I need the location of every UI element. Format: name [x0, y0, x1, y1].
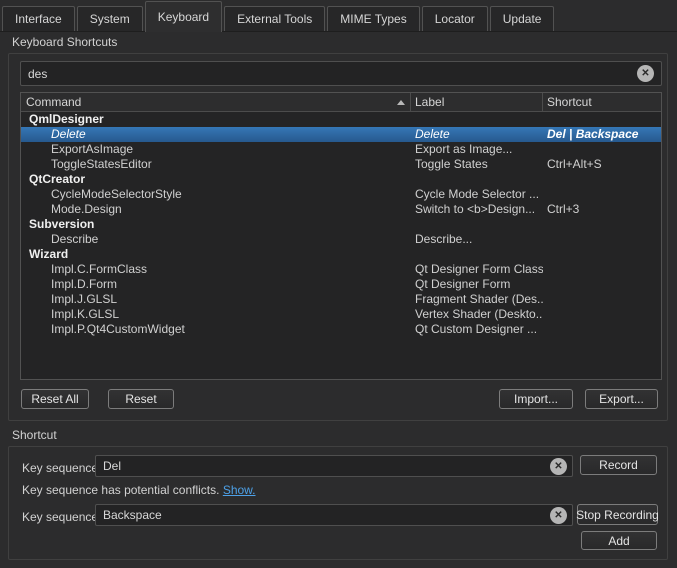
- cell-c3: [543, 112, 661, 127]
- cell-c1: Describe: [21, 232, 411, 247]
- cell-c3: [543, 232, 661, 247]
- cell-c3: [543, 307, 661, 322]
- clear-filter-icon[interactable]: ✕: [637, 65, 654, 82]
- cell-c3: [543, 172, 661, 187]
- shortcut-group-title: Shortcut: [12, 428, 57, 442]
- cell-c1: QmlDesigner: [21, 112, 411, 127]
- key-sequence-input-1[interactable]: [95, 455, 573, 477]
- cell-c2: [411, 112, 543, 127]
- table-row[interactable]: Impl.D.FormQt Designer Form: [21, 277, 661, 292]
- cell-c1: Impl.P.Qt4CustomWidget: [21, 322, 411, 337]
- keyboard-shortcuts-group-title: Keyboard Shortcuts: [12, 35, 117, 49]
- shortcut-table-header: Command Label Shortcut: [21, 93, 661, 112]
- cell-c3: [543, 322, 661, 337]
- cell-c2: Qt Designer Form Class: [411, 262, 543, 277]
- cell-c2: Qt Custom Designer ...: [411, 322, 543, 337]
- cell-c3: [543, 247, 661, 262]
- reset-button[interactable]: Reset: [108, 389, 174, 409]
- cell-c3: [543, 292, 661, 307]
- cell-c2: Switch to <b>Design...: [411, 202, 543, 217]
- table-row[interactable]: Impl.P.Qt4CustomWidgetQt Custom Designer…: [21, 322, 661, 337]
- cell-c2: Toggle States: [411, 157, 543, 172]
- cell-c2: [411, 172, 543, 187]
- cell-c3: [543, 277, 661, 292]
- clear-key-sequence-1-icon[interactable]: ✕: [550, 458, 567, 475]
- tab-locator[interactable]: Locator: [422, 6, 488, 31]
- show-conflicts-link[interactable]: Show.: [223, 483, 256, 497]
- key-sequence-label-1: Key sequence:: [22, 461, 101, 475]
- cell-c2: [411, 247, 543, 262]
- cell-c3: [543, 187, 661, 202]
- record-button[interactable]: Record: [580, 455, 657, 475]
- key-sequence-input-2[interactable]: [95, 504, 573, 526]
- table-row[interactable]: Impl.K.GLSLVertex Shader (Deskto...: [21, 307, 661, 322]
- cell-c3: [543, 217, 661, 232]
- tab-bar: InterfaceSystemKeyboardExternal ToolsMIM…: [0, 0, 677, 32]
- cell-c2: Describe...: [411, 232, 543, 247]
- cell-c1: ExportAsImage: [21, 142, 411, 157]
- export-button[interactable]: Export...: [585, 389, 658, 409]
- cell-c1: Impl.C.FormClass: [21, 262, 411, 277]
- cell-c1: Impl.J.GLSL: [21, 292, 411, 307]
- cell-c3: Ctrl+Alt+S: [543, 157, 661, 172]
- table-group-row[interactable]: Subversion: [21, 217, 661, 232]
- cell-c1: Mode.Design: [21, 202, 411, 217]
- table-row[interactable]: CycleModeSelectorStyleCycle Mode Selecto…: [21, 187, 661, 202]
- table-group-row[interactable]: Wizard: [21, 247, 661, 262]
- shortcut-table-body: QmlDesignerDeleteDeleteDel | BackspaceEx…: [21, 112, 661, 337]
- key-sequence-label-2: Key sequence:: [22, 510, 101, 524]
- cell-c3: Del | Backspace: [543, 127, 661, 142]
- cell-c1: CycleModeSelectorStyle: [21, 187, 411, 202]
- filter-input[interactable]: [20, 61, 662, 86]
- cell-c2: Export as Image...: [411, 142, 543, 157]
- tab-external-tools[interactable]: External Tools: [224, 6, 325, 31]
- add-button[interactable]: Add: [581, 531, 657, 550]
- cell-c2: Qt Designer Form: [411, 277, 543, 292]
- reset-all-button[interactable]: Reset All: [21, 389, 89, 409]
- cell-c1: Subversion: [21, 217, 411, 232]
- shortcut-table: Command Label Shortcut QmlDesignerDelete…: [20, 92, 662, 380]
- cell-c2: Vertex Shader (Deskto...: [411, 307, 543, 322]
- cell-c3: [543, 142, 661, 157]
- conflict-warning-text: Key sequence has potential conflicts.: [22, 483, 219, 497]
- cell-c3: [543, 262, 661, 277]
- tab-mime-types[interactable]: MIME Types: [327, 6, 419, 31]
- table-row[interactable]: Mode.DesignSwitch to <b>Design...Ctrl+3: [21, 202, 661, 217]
- stop-recording-button[interactable]: Stop Recording: [577, 504, 658, 525]
- cell-c3: Ctrl+3: [543, 202, 661, 217]
- column-header-command-label: Command: [26, 95, 81, 109]
- clear-key-sequence-2-icon[interactable]: ✕: [550, 507, 567, 524]
- conflict-warning: Key sequence has potential conflicts. Sh…: [22, 483, 256, 497]
- cell-c2: Delete: [411, 127, 543, 142]
- cell-c1: QtCreator: [21, 172, 411, 187]
- table-group-row[interactable]: QtCreator: [21, 172, 661, 187]
- cell-c1: Delete: [21, 127, 411, 142]
- cell-c2: [411, 217, 543, 232]
- tab-update[interactable]: Update: [490, 6, 555, 31]
- cell-c1: ToggleStatesEditor: [21, 157, 411, 172]
- table-row[interactable]: DescribeDescribe...: [21, 232, 661, 247]
- table-row[interactable]: ExportAsImageExport as Image...: [21, 142, 661, 157]
- import-button[interactable]: Import...: [499, 389, 573, 409]
- cell-c1: Impl.K.GLSL: [21, 307, 411, 322]
- table-row[interactable]: Impl.J.GLSLFragment Shader (Des...: [21, 292, 661, 307]
- tab-interface[interactable]: Interface: [2, 6, 75, 31]
- cell-c2: Cycle Mode Selector ...: [411, 187, 543, 202]
- sort-ascending-icon: [397, 100, 405, 105]
- options-dialog: InterfaceSystemKeyboardExternal ToolsMIM…: [0, 0, 677, 568]
- table-row[interactable]: Impl.C.FormClassQt Designer Form Class: [21, 262, 661, 277]
- table-row[interactable]: ToggleStatesEditorToggle StatesCtrl+Alt+…: [21, 157, 661, 172]
- cell-c1: Impl.D.Form: [21, 277, 411, 292]
- column-header-label[interactable]: Label: [411, 93, 543, 111]
- table-group-row[interactable]: QmlDesigner: [21, 112, 661, 127]
- column-header-command[interactable]: Command: [21, 93, 411, 111]
- cell-c2: Fragment Shader (Des...: [411, 292, 543, 307]
- tab-system[interactable]: System: [77, 6, 143, 31]
- tab-keyboard[interactable]: Keyboard: [145, 1, 222, 32]
- table-row[interactable]: DeleteDeleteDel | Backspace: [21, 127, 661, 142]
- column-header-shortcut[interactable]: Shortcut: [543, 93, 661, 111]
- cell-c1: Wizard: [21, 247, 411, 262]
- column-header-label-label: Label: [415, 95, 444, 109]
- column-header-shortcut-label: Shortcut: [547, 95, 592, 109]
